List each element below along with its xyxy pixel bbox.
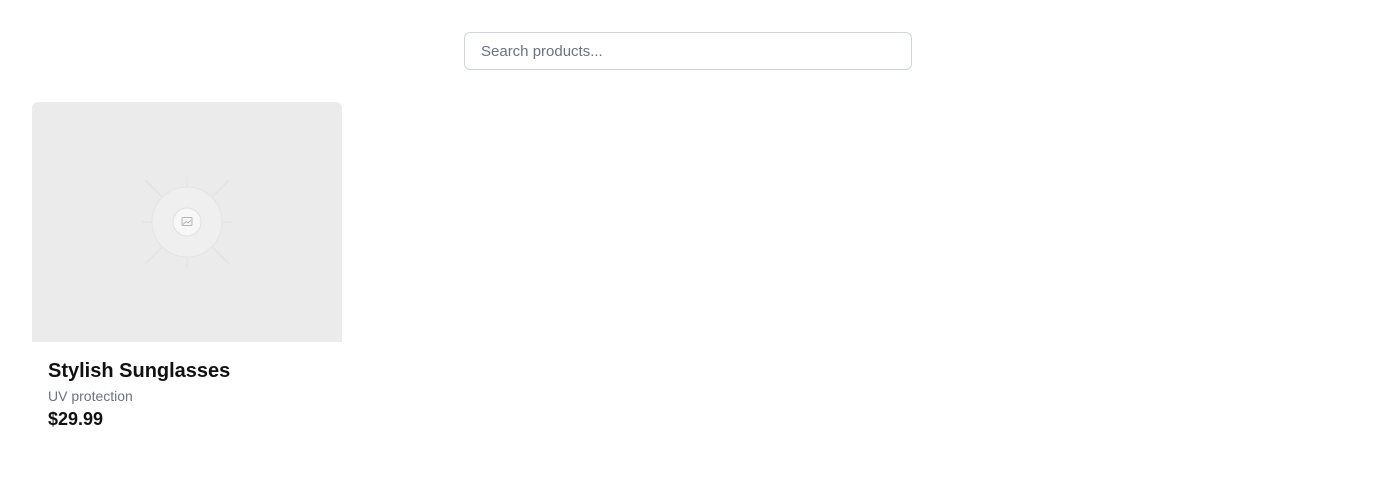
product-description: UV protection [48,388,133,404]
product-name[interactable]: Stylish Sunglasses [48,360,230,383]
product-card[interactable]: Stylish Sunglasses UV protection $29.99 [32,102,342,442]
product-price: $29.99 [48,409,104,429]
search-input[interactable] [464,32,912,70]
product-image[interactable] [32,102,342,342]
search-bar [464,32,912,70]
image-placeholder-icon [142,177,232,267]
